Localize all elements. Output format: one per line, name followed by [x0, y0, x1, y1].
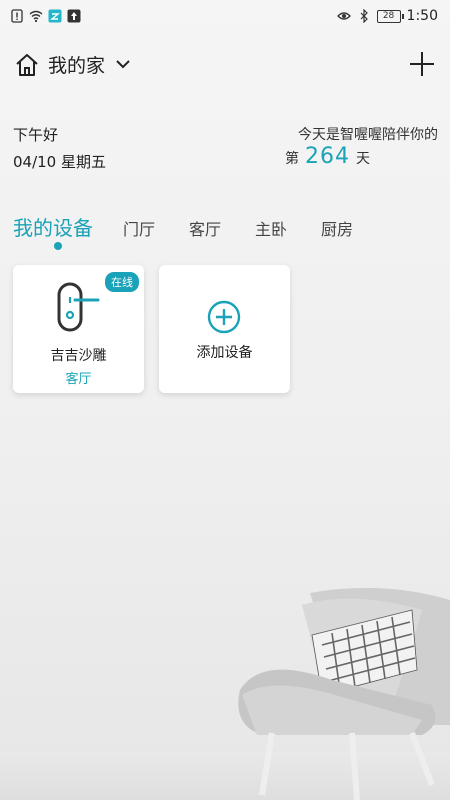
- status-bar-left: [10, 9, 81, 23]
- home-icon[interactable]: [14, 52, 40, 78]
- tab-living-room[interactable]: 客厅: [189, 216, 221, 240]
- days-prefix: 第: [285, 151, 299, 167]
- app-header: 我的家: [14, 48, 436, 82]
- current-date: 04/10 星期五: [13, 153, 106, 171]
- days-suffix: 天: [356, 151, 370, 167]
- wifi-icon: [29, 10, 43, 23]
- alert-icon: [11, 9, 23, 23]
- status-bar: 28 1:50: [0, 0, 450, 34]
- upload-icon: [67, 9, 81, 23]
- tab-hallway[interactable]: 门厅: [123, 216, 155, 240]
- home-selector-title[interactable]: 我的家: [48, 51, 105, 78]
- eye-icon: [336, 12, 351, 20]
- smart-lock-icon: [57, 282, 100, 332]
- app-notification-icon: [48, 9, 62, 23]
- days-count: 264: [305, 144, 350, 169]
- device-room: 客厅: [65, 372, 92, 387]
- chevron-down-icon[interactable]: [115, 56, 131, 72]
- tab-kitchen[interactable]: 厨房: [321, 216, 353, 240]
- online-status-badge: 在线: [105, 272, 139, 292]
- device-name: 吉吉沙雕: [50, 348, 107, 364]
- add-device-label: 添加设备: [196, 345, 253, 361]
- tab-my-devices[interactable]: 我的设备: [13, 212, 93, 241]
- tab-master-bedroom[interactable]: 主卧: [255, 216, 287, 240]
- active-tab-indicator: [54, 242, 62, 250]
- add-button[interactable]: [408, 50, 436, 78]
- battery-indicator: 28: [376, 9, 404, 23]
- companion-text: 今天是智喔喔陪伴你的: [298, 127, 438, 143]
- greeting-text: 下午好: [13, 126, 59, 144]
- device-card[interactable]: 在线 吉吉沙雕 客厅: [13, 265, 144, 393]
- companion-days: 第 264 天: [285, 144, 370, 169]
- clock: 1:50: [406, 8, 438, 24]
- room-tabs: 我的设备 门厅 客厅 主卧 厨房: [13, 212, 387, 241]
- add-circle-icon: [207, 300, 241, 334]
- bluetooth-icon: [360, 9, 368, 23]
- add-device-card[interactable]: 添加设备: [159, 265, 290, 393]
- status-bar-right: 28 1:50: [336, 8, 438, 24]
- armchair-illustration: [238, 587, 450, 800]
